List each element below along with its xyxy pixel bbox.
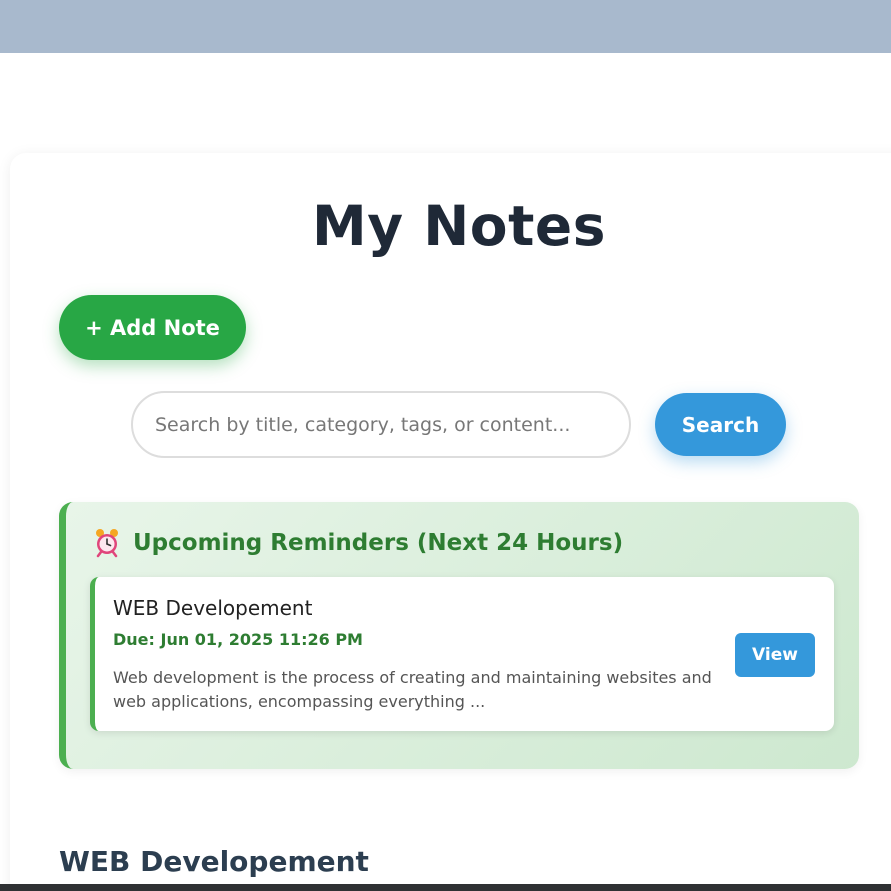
reminders-heading: Upcoming Reminders (Next 24 Hours) <box>93 528 623 558</box>
alarm-clock-icon <box>93 528 121 558</box>
view-reminder-button[interactable]: View <box>735 633 815 677</box>
page-title: My Notes <box>312 194 606 258</box>
search-input[interactable] <box>131 391 631 458</box>
reminder-preview: Web development is the process of creati… <box>113 668 712 711</box>
reminder-title: WEB Developement <box>113 596 313 620</box>
top-band <box>0 0 891 53</box>
reminder-due-date: Due: Jun 01, 2025 11:26 PM <box>113 630 363 649</box>
note-title[interactable]: WEB Developement <box>59 845 369 878</box>
search-button[interactable]: Search <box>655 393 786 456</box>
add-note-button[interactable]: + Add Note <box>59 295 246 360</box>
bottom-band <box>0 884 891 891</box>
reminders-heading-label: Upcoming Reminders (Next 24 Hours) <box>133 530 624 556</box>
